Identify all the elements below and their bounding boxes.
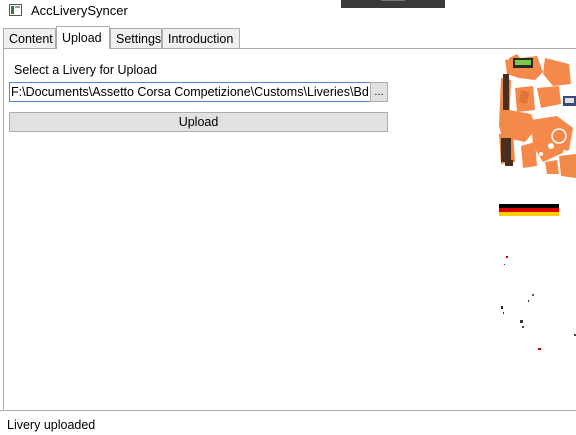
tab-settings[interactable]: Settings (110, 28, 162, 49)
browse-button[interactable]: ... (370, 82, 388, 102)
upload-button[interactable]: Upload (9, 112, 388, 132)
window-title: AccLiverySyncer (31, 3, 128, 18)
tab-content[interactable]: Content (3, 28, 56, 49)
tab-introduction[interactable]: Introduction (162, 28, 240, 49)
window-overlay-bar (341, 0, 445, 8)
status-text: Livery uploaded (7, 418, 96, 432)
livery-preview-image (499, 54, 576, 350)
upload-panel (3, 48, 576, 410)
status-bar: Livery uploaded (0, 411, 576, 435)
livery-path-input[interactable] (9, 82, 371, 102)
tab-upload[interactable]: Upload (56, 26, 110, 49)
app-icon (9, 4, 22, 16)
select-livery-label: Select a Livery for Upload (14, 63, 158, 77)
title-bar: AccLiverySyncer (0, 0, 576, 24)
